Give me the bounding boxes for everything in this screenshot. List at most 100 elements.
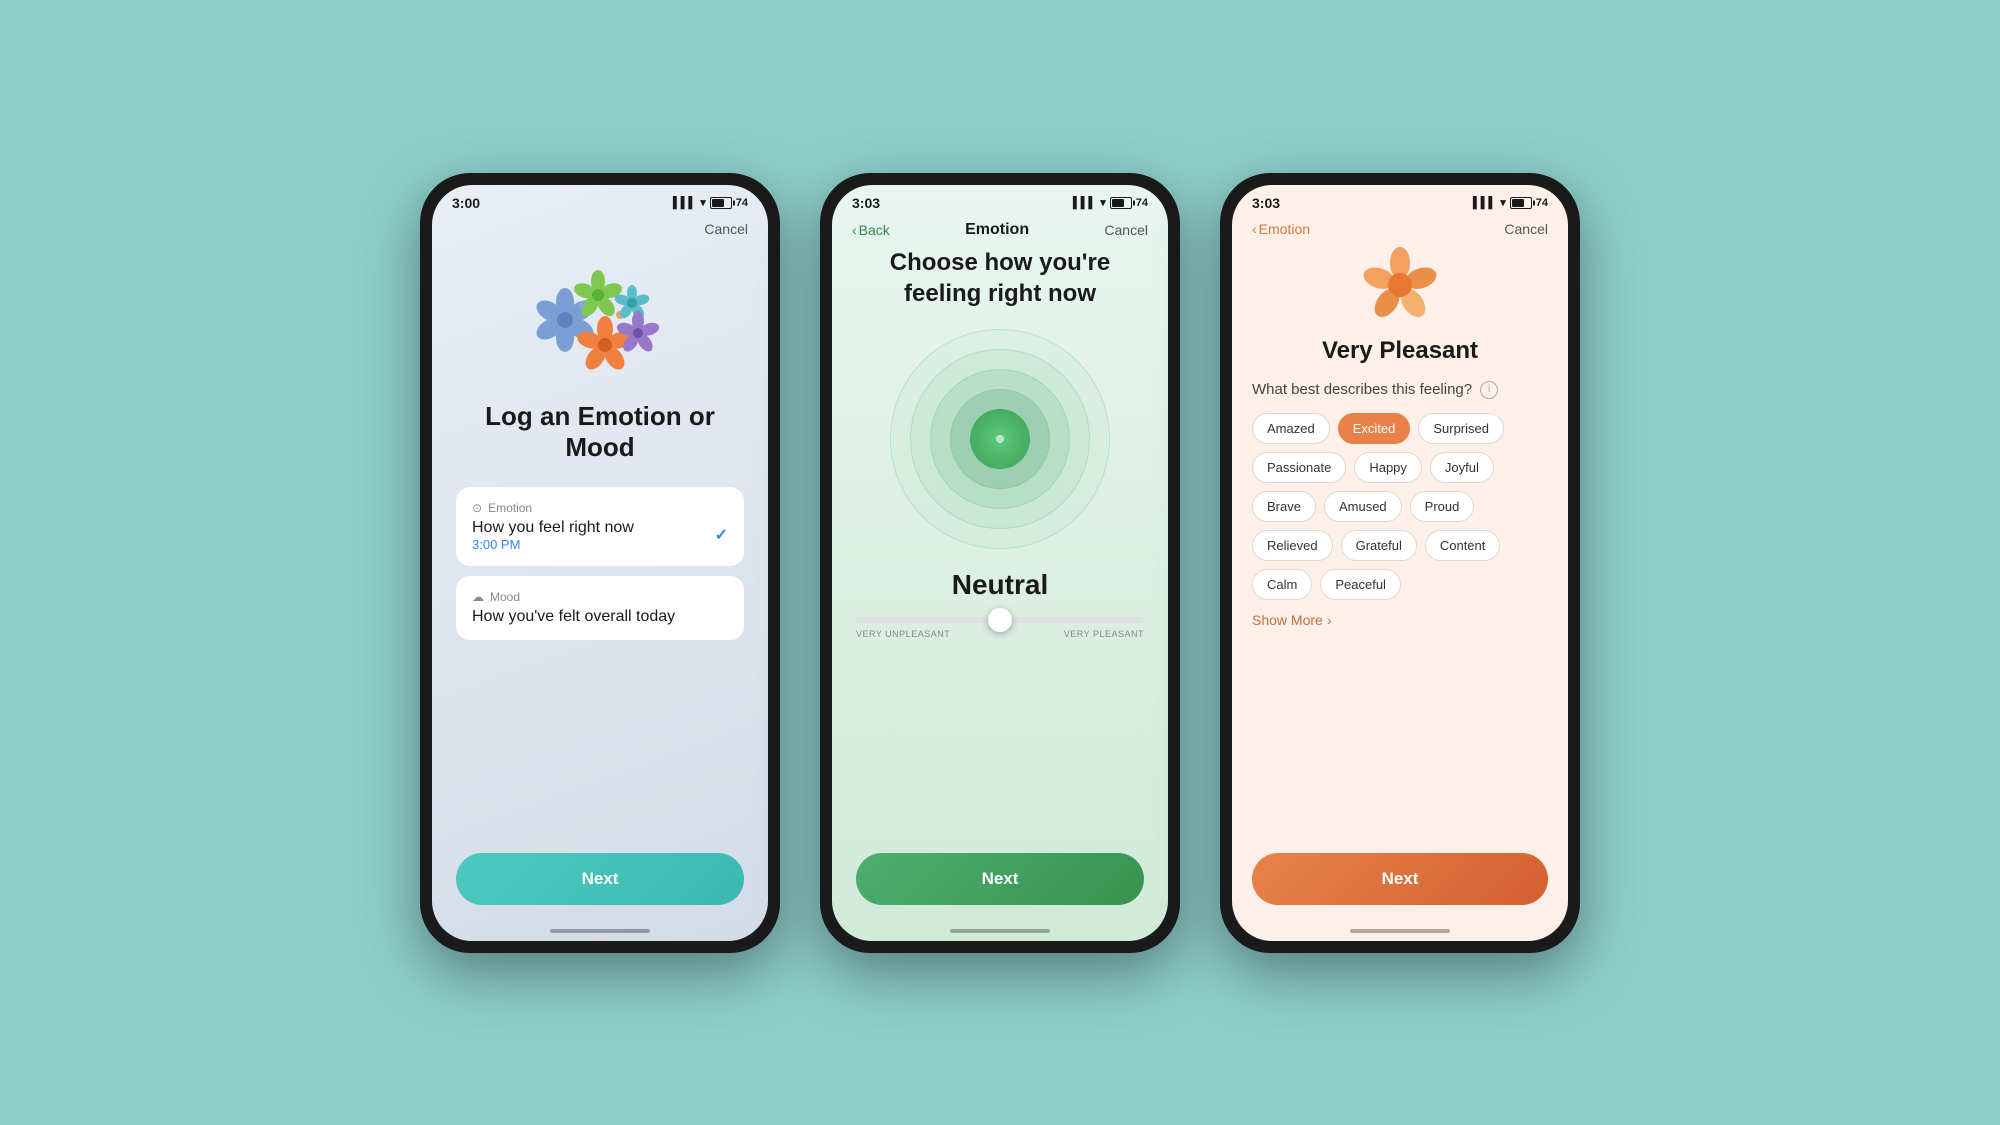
show-more-text: Show More: [1252, 612, 1323, 628]
nav-cancel-3[interactable]: Cancel: [1504, 221, 1548, 237]
signal-icon-3: ▌▌▌: [1473, 197, 1496, 209]
checkmark-icon: ✓: [715, 525, 728, 545]
signal-icon-2: ▌▌▌: [1073, 197, 1096, 209]
tag-proud[interactable]: Proud: [1410, 491, 1475, 522]
tag-calm[interactable]: Calm: [1252, 569, 1312, 600]
back-chevron-2: ‹: [852, 222, 857, 238]
status-bar-1: 3:00 ▌▌▌ ▾ 74: [432, 185, 768, 215]
slider-min-label: Very Unpleasant: [856, 629, 950, 639]
battery-icon-2: [1110, 197, 1132, 209]
slider-thumb[interactable]: [988, 608, 1012, 632]
next-button-3[interactable]: Next: [1252, 853, 1548, 905]
emotion-option-header: ⊙ Emotion: [472, 501, 728, 515]
next-button-1[interactable]: Next: [456, 853, 744, 905]
emotion-icon: ⊙: [472, 501, 482, 515]
screen-2: 3:03 ▌▌▌ ▾ 74 ‹ Back Emotion Cancel Choo…: [832, 185, 1168, 941]
back-chevron-3: ‹: [1252, 221, 1257, 237]
show-more-chevron: ›: [1327, 612, 1332, 628]
emotion-option-row: How you feel right now 3:00 PM ✓: [472, 519, 728, 552]
nav-cancel-1[interactable]: Cancel: [704, 221, 748, 237]
screen2-body: Choose how you're feeling right now Neut…: [832, 247, 1168, 921]
emotion-label: Emotion: [488, 501, 532, 515]
home-bar-2: [832, 921, 1168, 941]
battery-icon-3: [1510, 197, 1532, 209]
tag-content[interactable]: Content: [1425, 530, 1501, 561]
home-bar-3: [1232, 921, 1568, 941]
wifi-icon-2: ▾: [1100, 196, 1106, 209]
home-bar-line-1: [550, 929, 650, 933]
home-bar-line-3: [1350, 929, 1450, 933]
back-button-2[interactable]: ‹ Back: [852, 222, 890, 238]
emotion-option-card[interactable]: ⊙ Emotion How you feel right now 3:00 PM…: [456, 487, 744, 566]
screen3-body: Very Pleasant What best describes this f…: [1232, 245, 1568, 921]
emotion-time: 3:00 PM: [472, 537, 634, 552]
flowers-svg: [520, 265, 680, 385]
status-icons-3: ▌▌▌ ▾ 74: [1473, 196, 1548, 209]
slider-max-label: Very Pleasant: [1064, 629, 1144, 639]
home-bar-1: [432, 921, 768, 941]
status-icons-2: ▌▌▌ ▾ 74: [1073, 196, 1148, 209]
signal-icon: ▌▌▌: [673, 197, 696, 209]
nav-bar-3: ‹ Emotion Cancel: [1232, 215, 1568, 245]
info-icon[interactable]: i: [1480, 381, 1498, 399]
screen-1: 3:00 ▌▌▌ ▾ 74 Back Cancel: [432, 185, 768, 941]
emotion-description: How you feel right now: [472, 519, 634, 537]
slider-track: [856, 617, 1144, 623]
phone-2: 3:03 ▌▌▌ ▾ 74 ‹ Back Emotion Cancel Choo…: [820, 173, 1180, 953]
phone-1: 3:00 ▌▌▌ ▾ 74 Back Cancel: [420, 173, 780, 953]
mood-option-header: ☁ Mood: [472, 590, 728, 604]
emotion-title-2: Choose how you're feeling right now: [856, 247, 1144, 309]
screen-3: 3:03 ▌▌▌ ▾ 74 ‹ Emotion Cancel: [1232, 185, 1568, 941]
battery-pct-3: 74: [1536, 197, 1548, 209]
back-label-3: Emotion: [1259, 221, 1310, 237]
screen1-title: Log an Emotion or Mood: [456, 401, 744, 463]
tags-container: Amazed Excited Surprised Passionate Happ…: [1252, 413, 1548, 600]
circle-dot: [996, 435, 1004, 443]
phone-3: 3:03 ▌▌▌ ▾ 74 ‹ Emotion Cancel: [1220, 173, 1580, 953]
tag-brave[interactable]: Brave: [1252, 491, 1316, 522]
mood-label: Mood: [490, 590, 520, 604]
wifi-icon: ▾: [700, 196, 706, 209]
show-more-button[interactable]: Show More ›: [1252, 612, 1548, 628]
tag-amazed[interactable]: Amazed: [1252, 413, 1330, 444]
time-3: 3:03: [1252, 195, 1280, 211]
screen1-body: Log an Emotion or Mood ⊙ Emotion How you…: [432, 245, 768, 921]
home-bar-line-2: [950, 929, 1050, 933]
tag-joyful[interactable]: Joyful: [1430, 452, 1494, 483]
flowers-container: [520, 265, 680, 385]
nav-bar-1: Back Cancel: [432, 215, 768, 245]
tag-surprised[interactable]: Surprised: [1418, 413, 1504, 444]
status-icons-1: ▌▌▌ ▾ 74: [673, 196, 748, 209]
large-flower-svg: [1360, 245, 1440, 325]
pleasant-title: Very Pleasant: [1252, 337, 1548, 365]
feeling-question: What best describes this feeling? i: [1252, 381, 1548, 399]
tag-amused[interactable]: Amused: [1324, 491, 1402, 522]
feeling-label: Neutral: [952, 569, 1048, 601]
nav-title-2: Emotion: [965, 221, 1029, 239]
nav-bar-2: ‹ Back Emotion Cancel: [832, 215, 1168, 247]
mood-option-card[interactable]: ☁ Mood How you've felt overall today: [456, 576, 744, 640]
circle-center[interactable]: [970, 409, 1030, 469]
slider-container[interactable]: Very Unpleasant Very Pleasant: [856, 617, 1144, 639]
tag-relieved[interactable]: Relieved: [1252, 530, 1333, 561]
tag-passionate[interactable]: Passionate: [1252, 452, 1346, 483]
wifi-icon-3: ▾: [1500, 196, 1506, 209]
tag-excited[interactable]: Excited: [1338, 413, 1411, 444]
time-2: 3:03: [852, 195, 880, 211]
mood-description: How you've felt overall today: [472, 608, 728, 626]
mood-icon: ☁: [472, 590, 484, 604]
back-button-3[interactable]: ‹ Emotion: [1252, 221, 1310, 237]
tag-grateful[interactable]: Grateful: [1341, 530, 1417, 561]
tag-happy[interactable]: Happy: [1354, 452, 1422, 483]
time-1: 3:00: [452, 195, 480, 211]
nav-cancel-2[interactable]: Cancel: [1104, 222, 1148, 238]
battery-icon-1: [710, 197, 732, 209]
status-bar-3: 3:03 ▌▌▌ ▾ 74: [1232, 185, 1568, 215]
tag-peaceful[interactable]: Peaceful: [1320, 569, 1401, 600]
battery-pct-2: 74: [1136, 197, 1148, 209]
circle-viz: [890, 329, 1110, 549]
next-button-2[interactable]: Next: [856, 853, 1144, 905]
large-flower-icon: [1360, 245, 1440, 325]
status-bar-2: 3:03 ▌▌▌ ▾ 74: [832, 185, 1168, 215]
back-label-2: Back: [859, 222, 890, 238]
